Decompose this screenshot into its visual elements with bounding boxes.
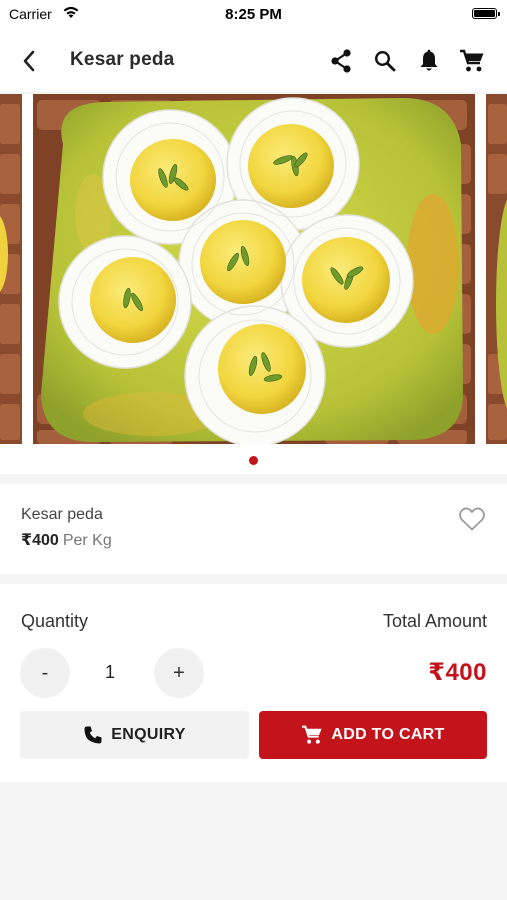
increment-button[interactable]: + [154,648,204,698]
status-bar: Carrier 8:25 PM [0,0,507,30]
share-button[interactable] [327,47,355,75]
previous-slide-peek [0,94,22,444]
total-amount-value: ₹400 [428,659,487,686]
back-arrow-icon [23,50,35,72]
bell-icon [420,49,438,71]
price-unit: Per Kg [62,532,112,549]
favorite-button[interactable] [458,506,486,532]
search-button[interactable] [371,47,399,75]
pagination-dot-active[interactable] [249,456,258,465]
battery-icon [472,8,500,19]
carousel-pagination [0,446,507,474]
product-image [33,94,475,444]
quantity-section: Quantity Total Amount - 1 + ₹400 ENQUIRY… [0,584,507,782]
back-button[interactable] [14,46,44,76]
total-amount-label: Total Amount [382,611,487,631]
search-icon [374,50,396,72]
next-slide-peek [486,94,507,444]
product-price-row: ₹400 Per Kg [21,530,112,550]
product-info-card: Kesar peda ₹400 Per Kg [0,484,507,574]
cart-icon [460,49,484,72]
page-title: Kesar peda [70,49,175,70]
cart-button[interactable] [458,47,486,75]
product-price: ₹400 [21,532,59,549]
cart-icon [302,725,322,744]
enquiry-label: ENQUIRY [111,726,186,743]
app-header: Kesar peda [0,30,507,92]
notifications-button[interactable] [415,47,443,75]
enquiry-button[interactable]: ENQUIRY [20,711,249,759]
phone-icon [84,726,102,744]
product-name: Kesar peda [21,506,103,523]
quantity-label: Quantity [21,611,89,631]
share-icon [331,49,351,73]
product-image-carousel[interactable] [0,94,507,446]
add-to-cart-label: ADD TO CART [331,726,445,743]
decrement-button[interactable]: - [20,648,70,698]
clock: 8:25 PM [225,6,282,23]
quantity-value: 1 [104,662,115,682]
add-to-cart-button[interactable]: ADD TO CART [259,711,487,759]
heart-outline-icon [459,507,485,531]
